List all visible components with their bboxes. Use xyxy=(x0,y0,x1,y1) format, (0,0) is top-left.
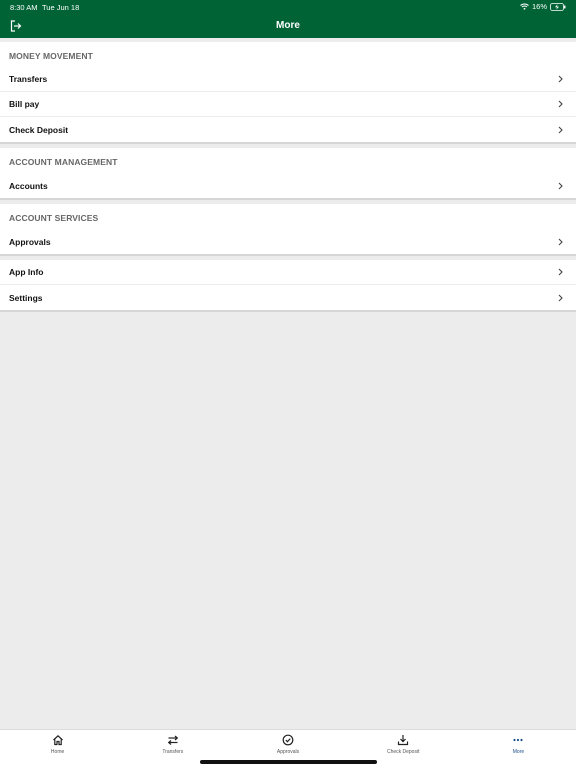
wifi-icon xyxy=(520,3,529,10)
menu-item-label: App Info xyxy=(9,267,44,277)
tab-home[interactable]: Home xyxy=(0,730,115,768)
download-tray-icon xyxy=(398,735,409,746)
menu-item-label: Settings xyxy=(9,292,43,303)
menu-item-label: Transfers xyxy=(9,74,48,84)
check-circle-icon xyxy=(282,734,294,746)
battery-percent: 16% xyxy=(531,2,547,11)
menu-item-app-info[interactable]: App Info xyxy=(0,260,576,285)
menu-item-label: Bill pay xyxy=(9,99,40,109)
menu-item-bill-pay[interactable]: Bill pay xyxy=(0,92,576,117)
page-title: More xyxy=(276,20,300,31)
menu-item-label: Approvals xyxy=(9,236,51,247)
group-money-movement: MONEY MOVEMENT Transfers Bill pay Check … xyxy=(0,42,576,144)
menu-item-label: Check Deposit xyxy=(9,124,69,135)
group-account-management: ACCOUNT MANAGEMENT Accounts xyxy=(0,148,576,200)
chevron-right-icon xyxy=(558,100,563,108)
home-icon xyxy=(52,734,63,746)
home-indicator xyxy=(200,760,377,764)
more-menu: MONEY MOVEMENT Transfers Bill pay Check … xyxy=(0,42,576,316)
more-dots-icon xyxy=(513,738,524,742)
chevron-right-icon xyxy=(558,75,563,83)
status-time: 8:30 AM xyxy=(10,3,38,12)
status-bar: 8:30 AM Tue Jun 18 16% xyxy=(0,0,576,14)
tab-label: More xyxy=(512,749,525,755)
chevron-right-icon xyxy=(558,238,563,245)
chevron-right-icon xyxy=(558,126,563,133)
menu-item-approvals[interactable]: Approvals xyxy=(0,229,576,254)
status-indicators: 16% xyxy=(520,2,566,11)
tab-label: Home xyxy=(50,749,65,755)
group-account-services: ACCOUNT SERVICES Approvals xyxy=(0,204,576,256)
section-title: MONEY MOVEMENT xyxy=(9,51,93,61)
tab-label: Approvals xyxy=(276,749,300,755)
menu-item-accounts[interactable]: Accounts xyxy=(0,173,576,198)
section-title: ACCOUNT SERVICES xyxy=(9,213,99,223)
tab-label: Transfers xyxy=(162,749,184,755)
group-app: App Info Settings xyxy=(0,260,576,312)
tab-more[interactable]: More xyxy=(461,730,576,768)
app-header: 8:30 AM Tue Jun 18 16% More xyxy=(0,0,576,38)
chevron-right-icon xyxy=(558,268,563,276)
chevron-right-icon xyxy=(558,294,563,301)
menu-item-settings[interactable]: Settings xyxy=(0,285,576,310)
chevron-right-icon xyxy=(558,182,563,189)
menu-item-transfers[interactable]: Transfers xyxy=(0,67,576,92)
status-date: Tue Jun 18 xyxy=(42,3,80,12)
battery-charging-icon xyxy=(550,2,566,11)
menu-item-check-deposit[interactable]: Check Deposit xyxy=(0,117,576,142)
transfer-arrows-icon xyxy=(167,735,179,745)
tab-label: Check Deposit xyxy=(386,749,420,755)
menu-item-label: Accounts xyxy=(9,180,48,191)
section-title: ACCOUNT MANAGEMENT xyxy=(9,157,118,167)
